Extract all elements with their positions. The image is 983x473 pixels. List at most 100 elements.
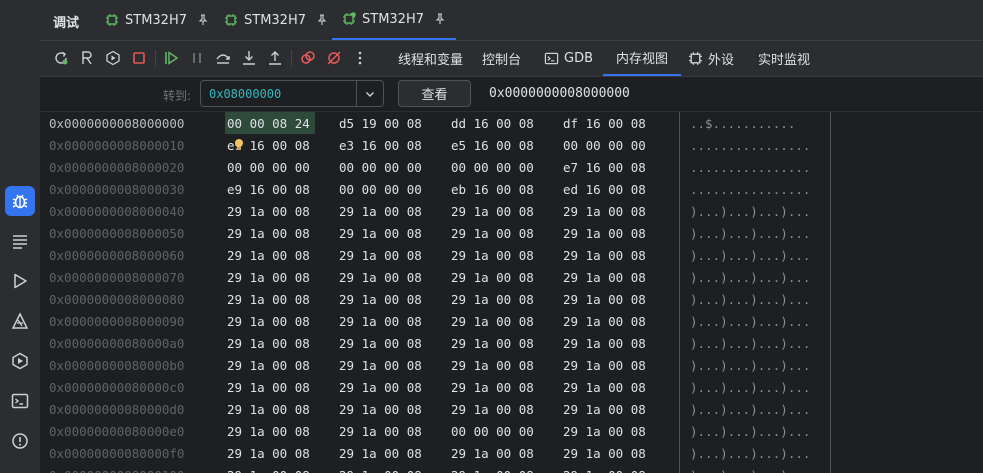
memory-word[interactable]: 29 1a 00 08: [563, 270, 646, 285]
tab-live-watch[interactable]: 实时监视: [758, 41, 810, 76]
terminal-tool-button[interactable]: [5, 386, 35, 416]
memory-word[interactable]: 29 1a 00 08: [339, 292, 422, 307]
memory-row[interactable]: 0x0000000008000090 29 1a 00 08 29 1a 00 08…: [40, 310, 983, 332]
memory-word[interactable]: 29 1a 00 08: [227, 358, 310, 373]
memory-word[interactable]: 29 1a 00 08: [339, 402, 422, 417]
memory-word[interactable]: e9 16 00 08: [227, 182, 310, 197]
view-button[interactable]: 查看: [398, 80, 471, 107]
memory-word[interactable]: 00 00 00 00: [339, 160, 422, 175]
memory-row[interactable]: 0x0000000008000070 29 1a 00 08 29 1a 00 08…: [40, 266, 983, 288]
memory-row[interactable]: 0x00000000080000e0 29 1a 00 08 29 1a 00 08…: [40, 420, 983, 442]
memory-word[interactable]: 29 1a 00 08: [227, 446, 310, 461]
resume-button[interactable]: [162, 49, 180, 67]
memory-word[interactable]: df 16 00 08: [563, 116, 646, 131]
memory-word[interactable]: e5 16 00 08: [451, 138, 534, 153]
memory-word[interactable]: 29 1a 00 08: [339, 468, 422, 473]
memory-row[interactable]: 0x00000000080000d0 29 1a 00 08 29 1a 00 08…: [40, 398, 983, 420]
memory-word[interactable]: e7 16 00 08: [563, 160, 646, 175]
memory-row[interactable]: 0x00000000080000b0 29 1a 00 08 29 1a 00 08…: [40, 354, 983, 376]
memory-word[interactable]: 00 00 08 24: [227, 116, 310, 131]
step-into-button[interactable]: [240, 49, 258, 67]
memory-word[interactable]: 29 1a 00 08: [451, 336, 534, 351]
tab-memory-view[interactable]: 内存视图: [603, 41, 682, 76]
memory-word[interactable]: 29 1a 00 08: [563, 468, 646, 473]
memory-word[interactable]: 29 1a 00 08: [563, 226, 646, 241]
build-tool-button[interactable]: [5, 306, 35, 336]
memory-word[interactable]: 29 1a 00 08: [451, 358, 534, 373]
memory-word[interactable]: 29 1a 00 08: [451, 380, 534, 395]
memory-word[interactable]: 29 1a 00 08: [563, 336, 646, 351]
memory-word[interactable]: eb 16 00 08: [451, 182, 534, 197]
memory-word[interactable]: 29 1a 00 08: [227, 314, 310, 329]
memory-word[interactable]: 00 00 00 00: [451, 424, 534, 439]
pin-icon[interactable]: [316, 14, 328, 26]
memory-row[interactable]: 0x00000000080000f0 29 1a 00 08 29 1a 00 08…: [40, 442, 983, 464]
memory-row[interactable]: 0x0000000008000030 e9 16 00 08 00 00 00 00…: [40, 178, 983, 200]
memory-word[interactable]: 29 1a 00 08: [563, 402, 646, 417]
memory-word[interactable]: 29 1a 00 08: [339, 358, 422, 373]
memory-word[interactable]: 29 1a 00 08: [227, 270, 310, 285]
memory-word[interactable]: 29 1a 00 08: [451, 402, 534, 417]
step-over-button[interactable]: [214, 49, 232, 67]
rerun-button[interactable]: [52, 49, 70, 67]
memory-word[interactable]: 29 1a 00 08: [227, 468, 310, 473]
memory-word[interactable]: 29 1a 00 08: [339, 204, 422, 219]
memory-word[interactable]: 29 1a 00 08: [451, 226, 534, 241]
memory-word[interactable]: dd 16 00 08: [451, 116, 534, 131]
memory-row[interactable]: 0x0000000008000020 00 00 00 00 00 00 00 00…: [40, 156, 983, 178]
goto-address-input[interactable]: [200, 80, 356, 107]
memory-word[interactable]: 00 00 00 00: [227, 160, 310, 175]
pin-icon[interactable]: [434, 13, 446, 25]
pause-button[interactable]: [188, 49, 206, 67]
memory-word[interactable]: 00 00 00 00: [339, 182, 422, 197]
memory-row[interactable]: 0x00000000080000a0 29 1a 00 08 29 1a 00 08…: [40, 332, 983, 354]
mute-breakpoints-button[interactable]: [325, 49, 343, 67]
memory-word[interactable]: 29 1a 00 08: [563, 358, 646, 373]
memory-row[interactable]: 0x0000000008000080 29 1a 00 08 29 1a 00 08…: [40, 288, 983, 310]
memory-word[interactable]: 29 1a 00 08: [563, 204, 646, 219]
memory-word[interactable]: 29 1a 00 08: [563, 380, 646, 395]
debug-tool-button[interactable]: [5, 186, 35, 216]
memory-word[interactable]: e3 16 00 08: [339, 138, 422, 153]
lightbulb-icon[interactable]: [234, 138, 244, 152]
memory-word[interactable]: 29 1a 00 08: [339, 446, 422, 461]
memory-word[interactable]: 29 1a 00 08: [563, 424, 646, 439]
memory-row[interactable]: 0x0000000008000100 29 1a 00 08 29 1a 00 08…: [40, 464, 983, 473]
reset-button[interactable]: [78, 49, 96, 67]
structure-tool-button[interactable]: [5, 226, 35, 256]
memory-word[interactable]: 29 1a 00 08: [451, 468, 534, 473]
memory-word[interactable]: 29 1a 00 08: [339, 314, 422, 329]
memory-word[interactable]: 29 1a 00 08: [339, 226, 422, 241]
memory-row[interactable]: 0x0000000008000050 29 1a 00 08 29 1a 00 08…: [40, 222, 983, 244]
memory-word[interactable]: 29 1a 00 08: [451, 270, 534, 285]
tab-gdb[interactable]: GDB: [544, 41, 593, 76]
session-tab-2[interactable]: STM32H7: [224, 0, 328, 40]
tab-threads-variables[interactable]: 线程和变量: [398, 41, 463, 76]
memory-word[interactable]: 29 1a 00 08: [227, 204, 310, 219]
more-options-button[interactable]: [351, 49, 369, 67]
tab-console[interactable]: 控制台: [482, 41, 521, 76]
memory-word[interactable]: 29 1a 00 08: [339, 270, 422, 285]
session-tab-1[interactable]: STM32H7: [105, 0, 209, 40]
services-tool-button[interactable]: [5, 346, 35, 376]
memory-word[interactable]: 29 1a 00 08: [339, 336, 422, 351]
memory-word[interactable]: 29 1a 00 08: [339, 380, 422, 395]
memory-view[interactable]: 0x0000000008000000 00 00 08 24 d5 19 00 08…: [40, 112, 983, 473]
memory-word[interactable]: 29 1a 00 08: [563, 292, 646, 307]
memory-word[interactable]: 29 1a 00 08: [451, 292, 534, 307]
run-tool-button[interactable]: [5, 266, 35, 296]
memory-word[interactable]: 29 1a 00 08: [227, 424, 310, 439]
memory-word[interactable]: 29 1a 00 08: [227, 292, 310, 307]
memory-word[interactable]: 29 1a 00 08: [227, 336, 310, 351]
memory-word[interactable]: 29 1a 00 08: [451, 446, 534, 461]
memory-row[interactable]: 0x0000000008000060 29 1a 00 08 29 1a 00 08…: [40, 244, 983, 266]
memory-row[interactable]: 0x0000000008000000 00 00 08 24 d5 19 00 08…: [40, 112, 983, 134]
memory-word[interactable]: 29 1a 00 08: [227, 402, 310, 417]
memory-word[interactable]: 29 1a 00 08: [563, 248, 646, 263]
memory-word[interactable]: 29 1a 00 08: [451, 204, 534, 219]
memory-row[interactable]: 0x0000000008000010 e9 16 00 08 e3 16 00 08…: [40, 134, 983, 156]
step-out-button[interactable]: [266, 49, 284, 67]
memory-word[interactable]: 29 1a 00 08: [339, 424, 422, 439]
resume-target-button[interactable]: [104, 49, 122, 67]
memory-word[interactable]: 29 1a 00 08: [227, 248, 310, 263]
